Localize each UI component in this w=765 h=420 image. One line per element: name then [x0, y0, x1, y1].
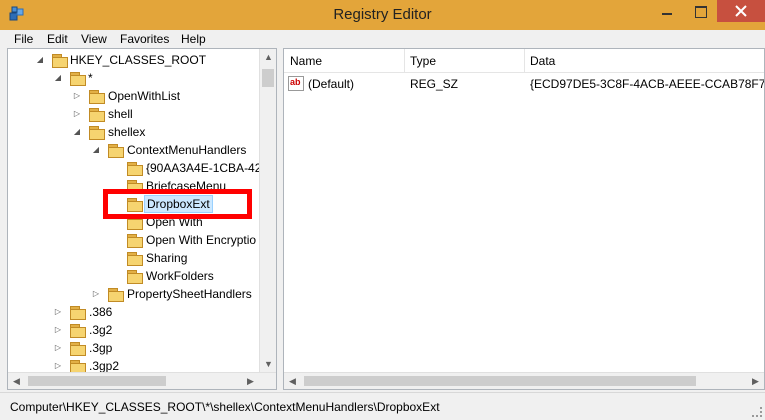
value-data: {ECD97DE5-3C8F-4ACB-AEEE-CCAB78F7711C} — [530, 77, 765, 91]
menu-file[interactable]: File — [14, 32, 33, 46]
folder-icon — [88, 89, 105, 104]
menu-view[interactable]: View — [81, 32, 107, 46]
scroll-down-icon[interactable]: ▼ — [260, 356, 276, 373]
value-name: (Default) — [308, 77, 355, 91]
scroll-left-icon[interactable]: ◀ — [8, 373, 25, 389]
values-horizontal-scrollbar[interactable]: ◀ ▶ — [284, 372, 764, 389]
maximize-button[interactable] — [684, 0, 717, 22]
tree-item-label: ContextMenuHandlers — [127, 143, 247, 157]
scroll-thumb[interactable] — [262, 69, 274, 87]
scroll-left-icon[interactable]: ◀ — [284, 373, 301, 389]
folder-icon — [88, 107, 105, 122]
tree-item-label: * — [88, 71, 93, 85]
menu-favorites[interactable]: Favorites — [120, 32, 169, 46]
registry-values-pane[interactable]: Name Type Data ab (Default) REG_SZ {ECD9… — [283, 48, 765, 390]
close-icon — [735, 5, 747, 17]
tree-item-label: .386 — [89, 305, 113, 319]
folder-icon — [69, 341, 86, 356]
column-divider[interactable] — [404, 49, 405, 73]
menu-help[interactable]: Help — [181, 32, 206, 46]
menu-edit[interactable]: Edit — [47, 32, 68, 46]
scroll-right-icon[interactable]: ▶ — [242, 373, 259, 389]
column-header-name[interactable]: Name — [290, 54, 322, 68]
values-list-header: Name Type Data — [284, 49, 764, 73]
menu-bar: File Edit View Favorites Help — [0, 30, 765, 48]
collapse-icon[interactable]: ◢ — [36, 56, 44, 64]
status-path: Computer\HKEY_CLASSES_ROOT\*\shellex\Con… — [10, 400, 440, 414]
minimize-button[interactable] — [650, 0, 684, 22]
tree-item-label: WorkFolders — [146, 269, 214, 283]
expand-icon[interactable]: ▷ — [54, 308, 62, 316]
expand-icon[interactable]: ▷ — [54, 344, 62, 352]
value-row-default[interactable]: ab (Default) REG_SZ {ECD97DE5-3C8F-4ACB-… — [284, 75, 765, 93]
registry-tree-pane[interactable]: ◢ HKEY_CLASSES_ROOT ◢ * ▷ OpenWithList ▷… — [7, 48, 277, 390]
folder-icon — [51, 53, 68, 68]
expand-icon[interactable]: ▷ — [73, 92, 81, 100]
collapse-icon[interactable]: ◢ — [54, 74, 62, 82]
folder-icon — [126, 161, 143, 176]
tree-item-label: Open With Encryptio — [146, 233, 257, 247]
folder-icon — [69, 359, 86, 374]
tree-item-label: shellex — [108, 125, 146, 139]
tree-item-label: HKEY_CLASSES_ROOT — [70, 53, 207, 67]
tree-item-label: OpenWithList — [108, 89, 181, 103]
scroll-thumb[interactable] — [28, 376, 166, 386]
column-header-type[interactable]: Type — [410, 54, 436, 68]
value-type: REG_SZ — [410, 77, 459, 91]
scroll-thumb[interactable] — [304, 376, 696, 386]
collapse-icon[interactable]: ◢ — [73, 128, 81, 136]
tree-item-label: .3g2 — [89, 323, 113, 337]
expand-icon[interactable]: ▷ — [73, 110, 81, 118]
folder-icon — [126, 251, 143, 266]
folder-icon — [88, 125, 105, 140]
expand-icon[interactable]: ▷ — [54, 326, 62, 334]
folder-icon — [107, 287, 124, 302]
annotation-highlight-box — [103, 189, 252, 219]
tree-vertical-scrollbar[interactable]: ▲ ▼ — [259, 49, 276, 373]
folder-icon — [126, 269, 143, 284]
column-divider[interactable] — [524, 49, 525, 73]
folder-icon — [69, 305, 86, 320]
folder-icon — [69, 71, 86, 86]
folder-icon — [107, 143, 124, 158]
scroll-right-icon[interactable]: ▶ — [747, 373, 764, 389]
tree-horizontal-scrollbar[interactable]: ◀ ▶ — [8, 372, 276, 389]
tree-item-label: shell — [108, 107, 133, 121]
folder-icon — [126, 233, 143, 248]
folder-icon — [69, 323, 86, 338]
tree-item-label: PropertySheetHandlers — [127, 287, 252, 301]
resize-grip-icon[interactable] — [752, 407, 762, 417]
expand-icon[interactable]: ▷ — [92, 290, 100, 298]
reg-sz-icon: ab — [288, 76, 304, 91]
scroll-up-icon[interactable]: ▲ — [260, 49, 276, 66]
tree-item-label: .3gp2 — [89, 359, 120, 373]
tree-item-label: .3gp — [89, 341, 113, 355]
tree-item-label: Sharing — [146, 251, 188, 265]
column-header-data[interactable]: Data — [530, 54, 555, 68]
collapse-icon[interactable]: ◢ — [92, 146, 100, 154]
title-bar: Registry Editor — [0, 0, 765, 30]
tree-item-label: {90AA3A4E-1CBA-423 — [146, 161, 269, 175]
status-bar: Computer\HKEY_CLASSES_ROOT\*\shellex\Con… — [0, 392, 765, 420]
expand-icon[interactable]: ▷ — [54, 362, 62, 370]
close-button[interactable] — [717, 0, 765, 22]
